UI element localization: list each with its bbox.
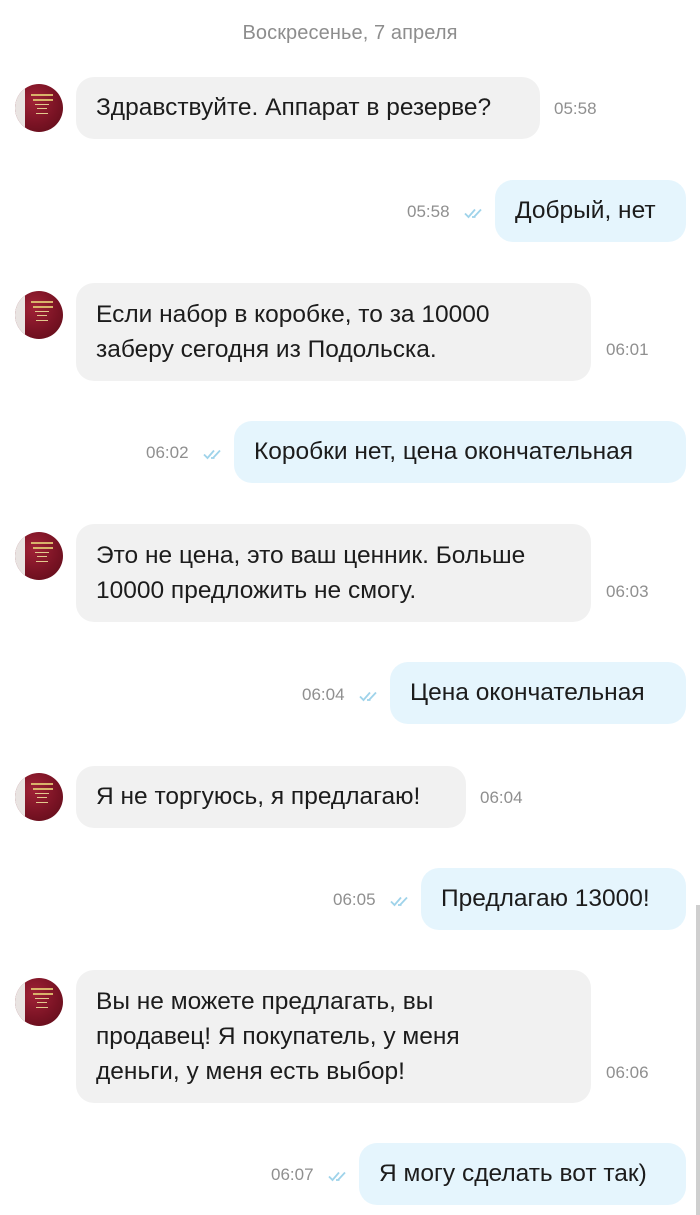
message-bubble-outgoing[interactable]: Коробки нет, цена окончательная — [234, 421, 686, 483]
message-time: 06:01 — [606, 340, 649, 359]
double-check-icon — [359, 691, 377, 702]
message-bubble-outgoing[interactable]: Предлагаю 13000! — [421, 868, 686, 930]
contact-avatar[interactable] — [15, 291, 63, 339]
message-bubble-outgoing[interactable]: Цена окончательная — [390, 662, 686, 724]
message-bubble-incoming[interactable]: Если набор в коробке, то за 10000 заберу… — [76, 283, 591, 381]
contact-avatar[interactable] — [15, 532, 63, 580]
double-check-icon — [464, 208, 482, 219]
message-bubble-incoming[interactable]: Здравствуйте. Аппарат в резерве? — [76, 77, 540, 139]
message-time: 05:58 — [554, 99, 597, 118]
message-time: 06:03 — [606, 582, 649, 601]
contact-avatar[interactable] — [15, 773, 63, 821]
contact-avatar[interactable] — [15, 84, 63, 132]
message-bubble-incoming[interactable]: Вы не можете предлагать, вы продавец! Я … — [76, 970, 591, 1103]
message-time: 06:06 — [606, 1063, 649, 1082]
message-time: 05:58 — [407, 202, 450, 221]
double-check-icon — [203, 449, 221, 460]
date-separator: Воскресенье, 7 апреля — [242, 22, 458, 44]
message-time: 06:02 — [146, 443, 189, 462]
message-time: 06:04 — [480, 788, 523, 807]
message-time: 06:07 — [271, 1165, 314, 1184]
message-bubble-outgoing[interactable]: Я могу сделать вот так) — [359, 1143, 686, 1205]
message-time: 06:05 — [333, 890, 376, 909]
message-bubble-incoming[interactable]: Я не торгуюсь, я предлагаю! — [76, 766, 466, 828]
message-bubble-incoming[interactable]: Это не цена, это ваш ценник. Больше 1000… — [76, 524, 591, 622]
double-check-icon — [328, 1171, 346, 1182]
contact-avatar[interactable] — [15, 978, 63, 1026]
message-time: 06:04 — [302, 685, 345, 704]
double-check-icon — [390, 896, 408, 907]
message-bubble-outgoing[interactable]: Добрый, нет — [495, 180, 686, 242]
scrollbar[interactable] — [696, 905, 700, 1215]
